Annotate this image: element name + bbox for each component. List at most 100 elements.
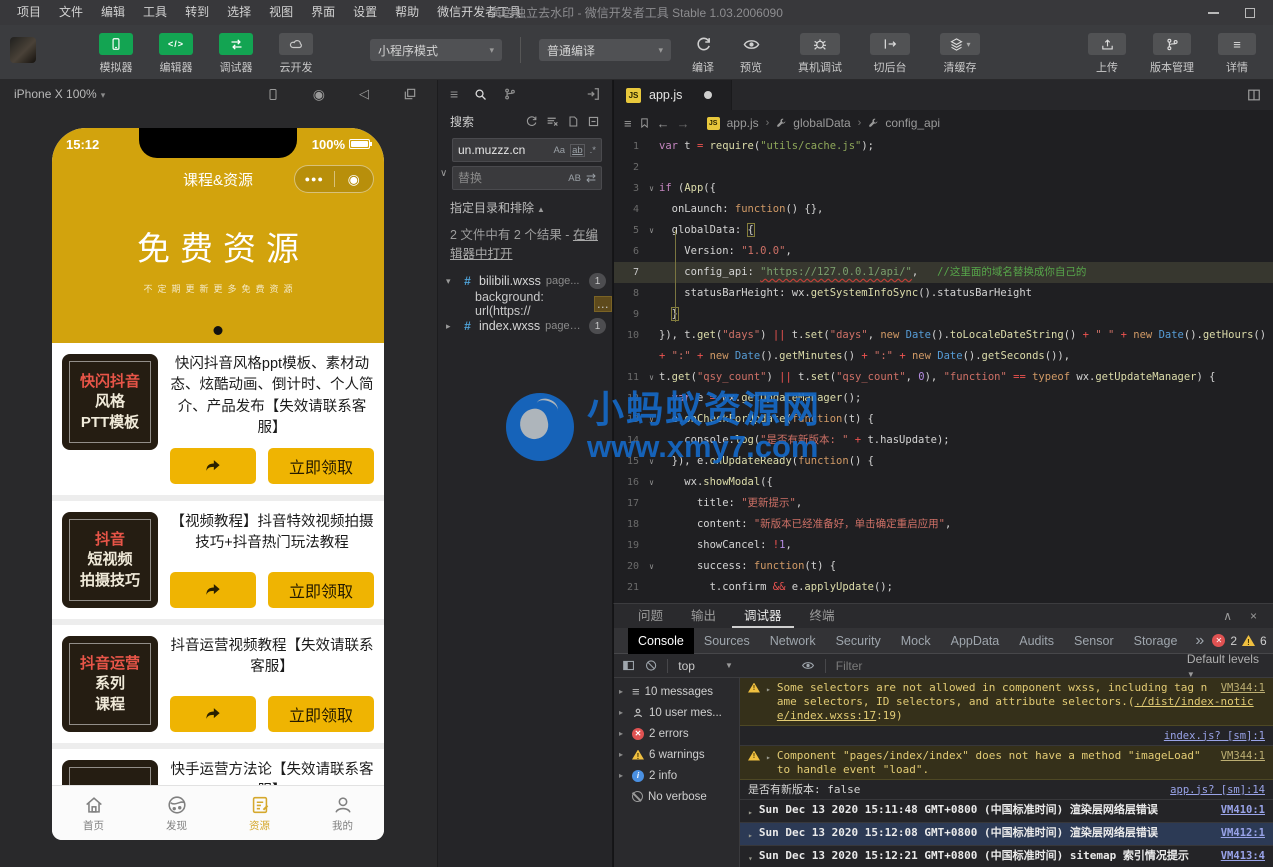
source-link[interactable]: VM344:1 (1209, 749, 1265, 763)
fold-icon[interactable]: ∨ (644, 409, 659, 430)
share-button[interactable] (170, 572, 256, 608)
preview-button[interactable]: 预览 (729, 33, 773, 75)
banner[interactable]: 免费资源 不定期更新更多免费资源 (52, 222, 384, 295)
fold-icon[interactable]: ∨ (644, 556, 659, 577)
expand-icon[interactable]: ▸ (766, 683, 771, 697)
tab-resources[interactable]: 资源 (218, 786, 301, 840)
console-row-plain[interactable]: index.js? [sm]:1 (740, 726, 1273, 746)
forward-icon[interactable]: → (677, 116, 690, 131)
tab-appjs[interactable]: JS app.js (614, 80, 732, 110)
console-filter-warning[interactable]: ▸6 warnings (614, 744, 739, 765)
bookmark-icon[interactable] (639, 117, 650, 129)
back-icon[interactable]: ← (657, 116, 670, 131)
share-button[interactable] (170, 696, 256, 732)
breadcrumb-symbol[interactable]: config_api (885, 116, 940, 130)
regex-icon[interactable]: .* (590, 145, 596, 156)
expand-icon[interactable]: ▸ (748, 806, 753, 820)
chevron-right-icon[interactable]: ▸ (619, 729, 627, 738)
close-target-icon[interactable]: ◉ (335, 171, 374, 188)
code-line[interactable]: 8 statusBarHeight: wx.getSystemInfoSync(… (614, 283, 1273, 304)
chevron-down-icon[interactable]: ▾ (446, 276, 456, 287)
code-line[interactable]: 21 t.confirm && e.applyUpdate(); (614, 577, 1273, 598)
menu-item[interactable]: 文件 (50, 0, 92, 25)
search-icon[interactable] (473, 87, 488, 102)
match-case-icon[interactable]: Aa (553, 145, 565, 156)
result-match-row[interactable]: background: url(https://… (438, 293, 612, 315)
menu-item[interactable]: 选择 (218, 0, 260, 25)
fold-icon[interactable]: ∨ (644, 367, 659, 388)
devtools-tab-security[interactable]: Security (826, 628, 891, 654)
record-icon[interactable]: ◉ (313, 86, 325, 103)
debugger-toggle-button[interactable]: 调试器 (212, 33, 260, 75)
menu-item[interactable]: 编辑 (92, 0, 134, 25)
console-filter-info[interactable]: ▸i2 info (614, 765, 739, 786)
claim-button[interactable]: 立即领取 (268, 572, 374, 608)
maximize-icon[interactable] (1245, 8, 1255, 18)
code-line[interactable]: 16∨ wx.showModal({ (614, 472, 1273, 493)
tab-discover[interactable]: 发现 (135, 786, 218, 840)
devtools-tab-appdata[interactable]: AppData (941, 628, 1010, 654)
open-in-editor-icon[interactable] (567, 115, 579, 128)
console-row-group[interactable]: ▸VM412:1Sun Dec 13 2020 15:12:08 GMT+080… (740, 823, 1273, 846)
debugger-tab[interactable]: 调试器 (732, 604, 794, 628)
sidebar-toggle-icon[interactable] (622, 659, 635, 672)
split-editor-icon[interactable] (1247, 88, 1261, 102)
search-details-toggle[interactable]: 指定目录和排除▲ (438, 190, 612, 218)
compile-mode-select[interactable]: 普通编译▾ (539, 39, 671, 61)
minimize-icon[interactable] (1208, 12, 1219, 14)
code-line[interactable]: 3∨if (App({ (614, 178, 1273, 199)
device-frame-icon[interactable] (267, 87, 279, 102)
menu-item[interactable]: 视图 (260, 0, 302, 25)
avatar[interactable] (10, 37, 36, 63)
fold-icon[interactable]: ∨ (644, 220, 659, 241)
cloud-dev-button[interactable]: 云开发 (272, 33, 320, 75)
console-filter-list[interactable]: ▸≡10 messages (614, 681, 739, 702)
levels-select[interactable]: Default levels ▼ (1187, 652, 1265, 680)
version-control-button[interactable]: 版本管理 (1143, 33, 1201, 75)
source-link[interactable]: VM412:1 (1209, 826, 1265, 840)
code-area[interactable]: 1var t = require("utils/cache.js");23∨if… (614, 136, 1273, 603)
code-line[interactable]: 13∨ e.onCheckForUpdate(function(t) { (614, 409, 1273, 430)
mode-select[interactable]: 小程序模式▾ (370, 39, 502, 61)
resource-card[interactable]: 抖音运营系列课程抖音运营视频教程【失效请联系客服】立即领取 (52, 625, 384, 743)
search-input[interactable] (458, 143, 553, 157)
sound-icon[interactable]: ◁ (359, 86, 369, 102)
replace-input[interactable] (458, 171, 568, 185)
console-row-warn[interactable]: ▸VM344:1Some selectors are not allowed i… (740, 678, 1273, 726)
chevron-right-icon[interactable]: ▸ (446, 321, 456, 332)
source-link[interactable]: VM413:4 (1209, 849, 1265, 863)
fold-icon[interactable]: ∨ (644, 451, 659, 472)
claim-button[interactable]: 立即领取 (268, 448, 374, 484)
menu-item[interactable]: 帮助 (386, 0, 428, 25)
collapse-sidebar-icon[interactable] (586, 87, 600, 101)
more-icon[interactable]: ●●● (295, 174, 334, 184)
code-line[interactable]: 17 title: "更新提示", (614, 493, 1273, 514)
simulator-toggle-button[interactable]: 模拟器 (92, 33, 140, 75)
expand-icon[interactable]: ▸ (766, 751, 771, 765)
chevron-right-icon[interactable]: ▸ (619, 687, 627, 696)
console-filter-user[interactable]: ▸10 user mes... (614, 702, 739, 723)
devtools-tab-audits[interactable]: Audits (1009, 628, 1064, 654)
tab-home[interactable]: 首页 (52, 786, 135, 840)
console-row-warn[interactable]: ▸VM344:1Component "pages/index/index" do… (740, 746, 1273, 780)
card-thumbnail[interactable]: 快闪抖音风格PTT模板 (62, 354, 158, 450)
filter-input[interactable]: Filter (836, 657, 1117, 674)
explorer-icon[interactable]: ≡ (450, 86, 458, 102)
debugger-tab[interactable]: 输出 (679, 604, 728, 628)
modified-dot-icon[interactable] (704, 91, 712, 99)
replace-all-icon[interactable]: ⇄ (586, 171, 596, 185)
eye-icon[interactable] (801, 659, 815, 672)
console-row-plain[interactable]: app.js? [sm]:14是否有新版本: false (740, 780, 1273, 800)
debugger-tab[interactable]: 终端 (798, 604, 847, 628)
outline-icon[interactable]: ≡ (624, 116, 632, 131)
menu-item[interactable]: 设置 (344, 0, 386, 25)
share-button[interactable] (170, 448, 256, 484)
preserve-case-icon[interactable]: AB (568, 173, 581, 184)
expand-icon[interactable]: ▾ (748, 852, 753, 866)
source-link[interactable]: app.js? [sm]:14 (1158, 783, 1265, 797)
card-thumbnail[interactable]: 抖音运营系列课程 (62, 636, 158, 732)
menu-item[interactable]: 工具 (134, 0, 176, 25)
tab-me[interactable]: 我的 (301, 786, 384, 840)
collapse-panel-icon[interactable]: ∧ (1223, 609, 1232, 623)
devtools-tab-sensor[interactable]: Sensor (1064, 628, 1124, 654)
